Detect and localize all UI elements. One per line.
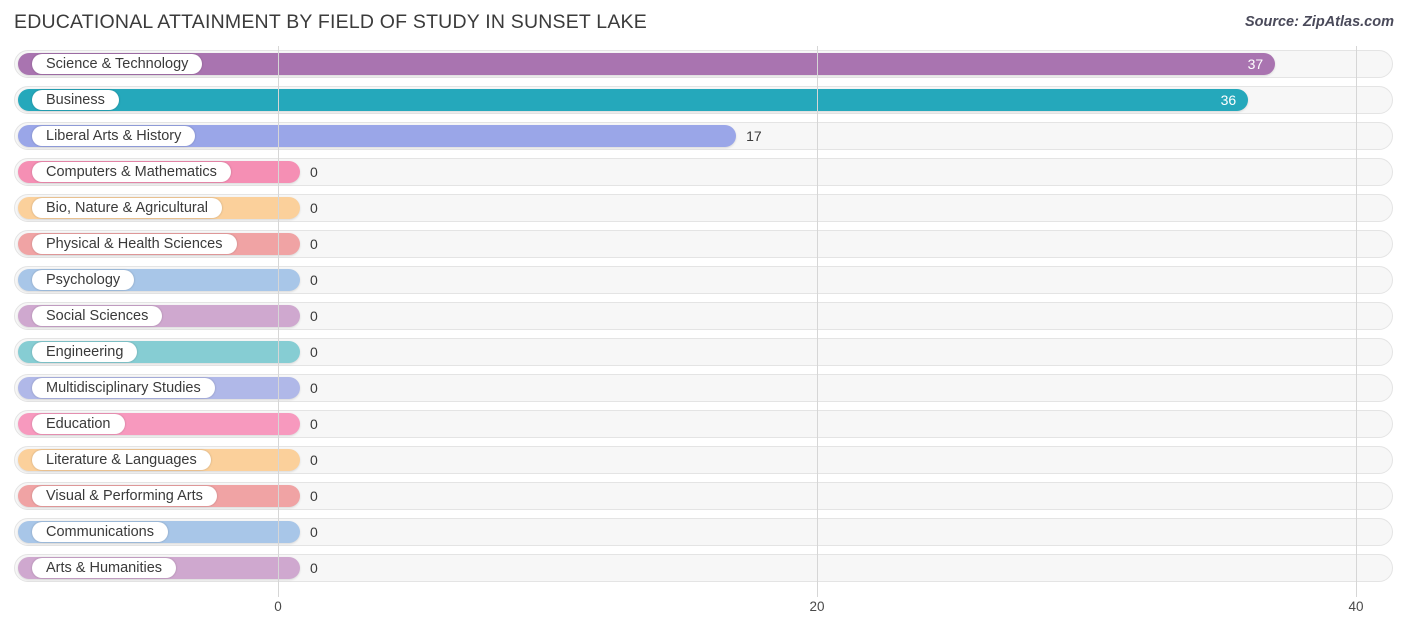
x-axis-tick-label: 0: [274, 599, 282, 614]
bar-rows: 37 Science & Technology 36 Business 17 Libera…: [0, 46, 1406, 586]
category-label: Liberal Arts & History: [32, 126, 196, 146]
category-label: Communications: [32, 522, 168, 542]
bar-value-label: 0: [310, 416, 318, 432]
bar[interactable]: 37: [18, 53, 1276, 75]
bar-row[interactable]: 17 Liberal Arts & History: [0, 118, 1406, 154]
bar-row[interactable]: 37 Science & Technology: [0, 46, 1406, 82]
bar-row[interactable]: 0 Communications: [0, 514, 1406, 550]
category-label: Arts & Humanities: [32, 558, 177, 578]
category-label: Bio, Nature & Agricultural: [32, 198, 222, 218]
bar-row[interactable]: 0 Computers & Mathematics: [0, 154, 1406, 190]
bar-value-label: 0: [310, 308, 318, 324]
bar-row[interactable]: 0 Multidisciplinary Studies: [0, 370, 1406, 406]
category-label: Science & Technology: [32, 54, 203, 74]
bar[interactable]: 36: [18, 89, 1249, 111]
category-label: Visual & Performing Arts: [32, 486, 217, 506]
bar-value-label: 36: [1220, 92, 1237, 108]
bar-row[interactable]: 0 Physical & Health Sciences: [0, 226, 1406, 262]
chart-plot-area: 37 Science & Technology 36 Business 17 Libera…: [0, 46, 1406, 597]
category-label: Physical & Health Sciences: [32, 234, 237, 254]
bar-value-label: 0: [310, 560, 318, 576]
bar-row[interactable]: 36 Business: [0, 82, 1406, 118]
bar-value-label: 0: [310, 344, 318, 360]
bar-row[interactable]: 0 Engineering: [0, 334, 1406, 370]
category-label: Engineering: [32, 342, 138, 362]
bar-value-label: 37: [1247, 56, 1264, 72]
page-title: EDUCATIONAL ATTAINMENT BY FIELD OF STUDY…: [14, 11, 647, 33]
category-label: Multidisciplinary Studies: [32, 378, 215, 398]
bar-value-label: 0: [310, 488, 318, 504]
bar-row[interactable]: 0 Social Sciences: [0, 298, 1406, 334]
x-axis-tick-label: 40: [1348, 599, 1364, 614]
bar-row[interactable]: 0 Psychology: [0, 262, 1406, 298]
bar-value-label: 0: [310, 524, 318, 540]
source-attribution: Source: ZipAtlas.com: [1244, 14, 1394, 30]
bar-row[interactable]: 0 Literature & Languages: [0, 442, 1406, 478]
bar-row[interactable]: 0 Visual & Performing Arts: [0, 478, 1406, 514]
bar-value-label: 0: [310, 200, 318, 216]
x-axis-tick-label: 20: [809, 599, 825, 614]
category-label: Psychology: [32, 270, 135, 290]
category-label: Literature & Languages: [32, 450, 211, 470]
x-axis: 0 20 40: [0, 597, 1406, 632]
category-label: Business: [32, 90, 119, 110]
bar-value-label: 0: [310, 380, 318, 396]
bar-row[interactable]: 0 Arts & Humanities: [0, 550, 1406, 586]
bar-value-label: 0: [310, 236, 318, 252]
category-label: Social Sciences: [32, 306, 163, 326]
bar-row[interactable]: 0 Bio, Nature & Agricultural: [0, 190, 1406, 226]
category-label: Education: [32, 414, 125, 434]
bar-value-label: 0: [310, 164, 318, 180]
bar-value-label: 0: [310, 272, 318, 288]
bar-row[interactable]: 0 Education: [0, 406, 1406, 442]
bar-value-label: 17: [746, 128, 762, 144]
chart-header: EDUCATIONAL ATTAINMENT BY FIELD OF STUDY…: [0, 0, 1406, 46]
bar-value-label: 0: [310, 452, 318, 468]
category-label: Computers & Mathematics: [32, 162, 231, 182]
